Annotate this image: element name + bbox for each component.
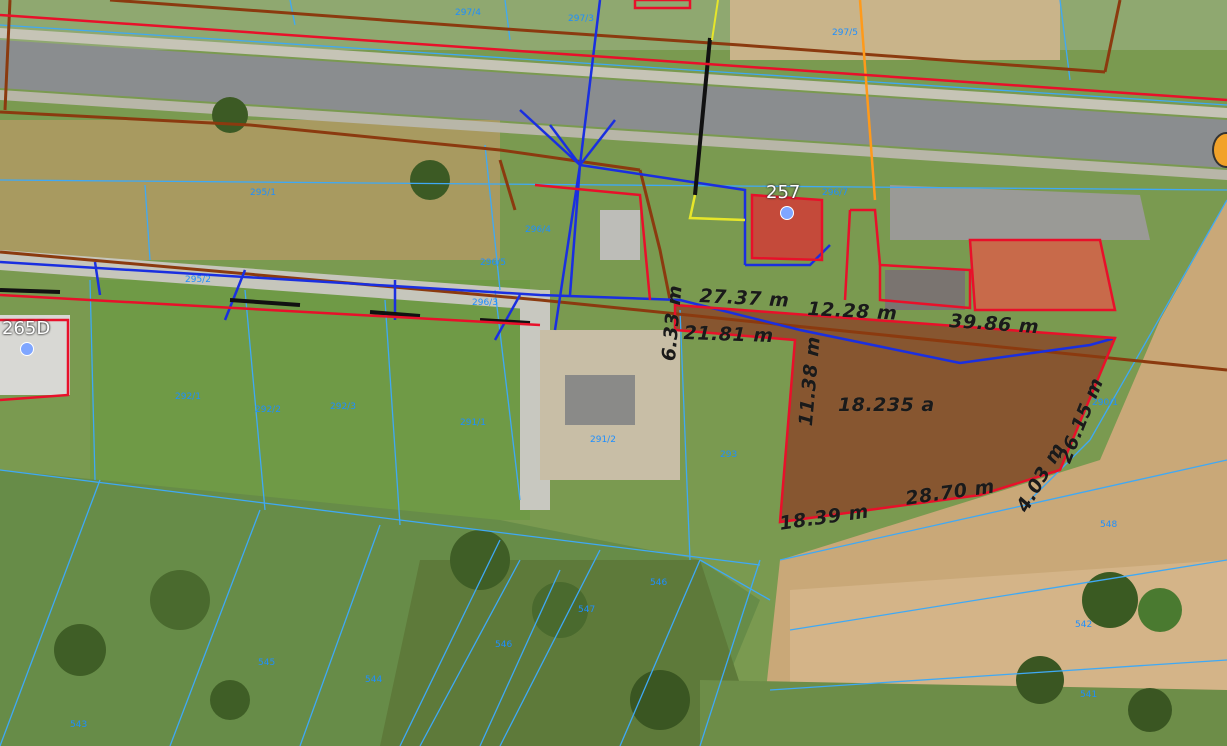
parcel-number: 296/4 xyxy=(525,225,551,235)
parcel-number: 293 xyxy=(720,450,738,460)
parcel-number: 546 xyxy=(495,640,513,650)
plot-area-label: 18.235 a xyxy=(838,394,935,416)
tree xyxy=(210,680,250,720)
tree xyxy=(1138,588,1182,632)
dimension-label: 21.81 m xyxy=(683,322,774,348)
parcel-number: 541 xyxy=(1080,690,1098,700)
parcel-number: 544 xyxy=(365,675,383,685)
parcel-number: 545 xyxy=(258,658,276,668)
parcel-number: 543 xyxy=(70,720,88,730)
tree xyxy=(212,97,248,133)
parcel-number: 296/5 xyxy=(480,258,506,268)
field-middle xyxy=(90,280,530,520)
parcel-number: 292/3 xyxy=(330,402,356,412)
parcel-number: 290/1 xyxy=(1092,398,1118,408)
parcel-number: 291/1 xyxy=(460,418,486,428)
parcel-number: 297/5 xyxy=(832,28,858,38)
parcel-number: 297/4 xyxy=(455,8,481,18)
yard-top xyxy=(730,0,1060,60)
parcel-number: 291/2 xyxy=(590,435,616,445)
parcel-number: 295/2 xyxy=(185,275,211,285)
parcel-number: 292/1 xyxy=(175,392,201,402)
address-label-265d: 265D xyxy=(2,318,51,339)
tree xyxy=(1128,688,1172,732)
parcel-number: 548 xyxy=(1100,520,1118,530)
parcel-number: 546 xyxy=(650,578,668,588)
address-pin-257[interactable] xyxy=(780,206,794,220)
building-foundation xyxy=(565,375,635,425)
parcel-number: 292/2 xyxy=(255,405,281,415)
tree xyxy=(410,160,450,200)
tree xyxy=(54,624,106,676)
dimension-label: 27.37 m xyxy=(698,285,790,312)
address-pin-265d[interactable] xyxy=(20,342,34,356)
tree xyxy=(630,670,690,730)
cadastral-map[interactable]: 257 265D 18.235 a 27.37 m 12.28 m 39.86 … xyxy=(0,0,1227,746)
parcel-number: 295/1 xyxy=(250,188,276,198)
dimension-label: 12.28 m xyxy=(806,298,898,325)
shed xyxy=(600,210,640,260)
parcel-number: 542 xyxy=(1075,620,1093,630)
parcel-number: 296/7 xyxy=(822,188,848,198)
parcel-number: 297/3 xyxy=(568,14,594,24)
parcel-number: 547 xyxy=(578,605,596,615)
address-label-257: 257 xyxy=(766,182,801,203)
map-canvas xyxy=(0,0,1227,746)
house-roof-right xyxy=(970,240,1115,310)
tree xyxy=(1016,656,1064,704)
house-257 xyxy=(752,195,822,260)
parcel-number: 296/3 xyxy=(472,298,498,308)
tree xyxy=(150,570,210,630)
